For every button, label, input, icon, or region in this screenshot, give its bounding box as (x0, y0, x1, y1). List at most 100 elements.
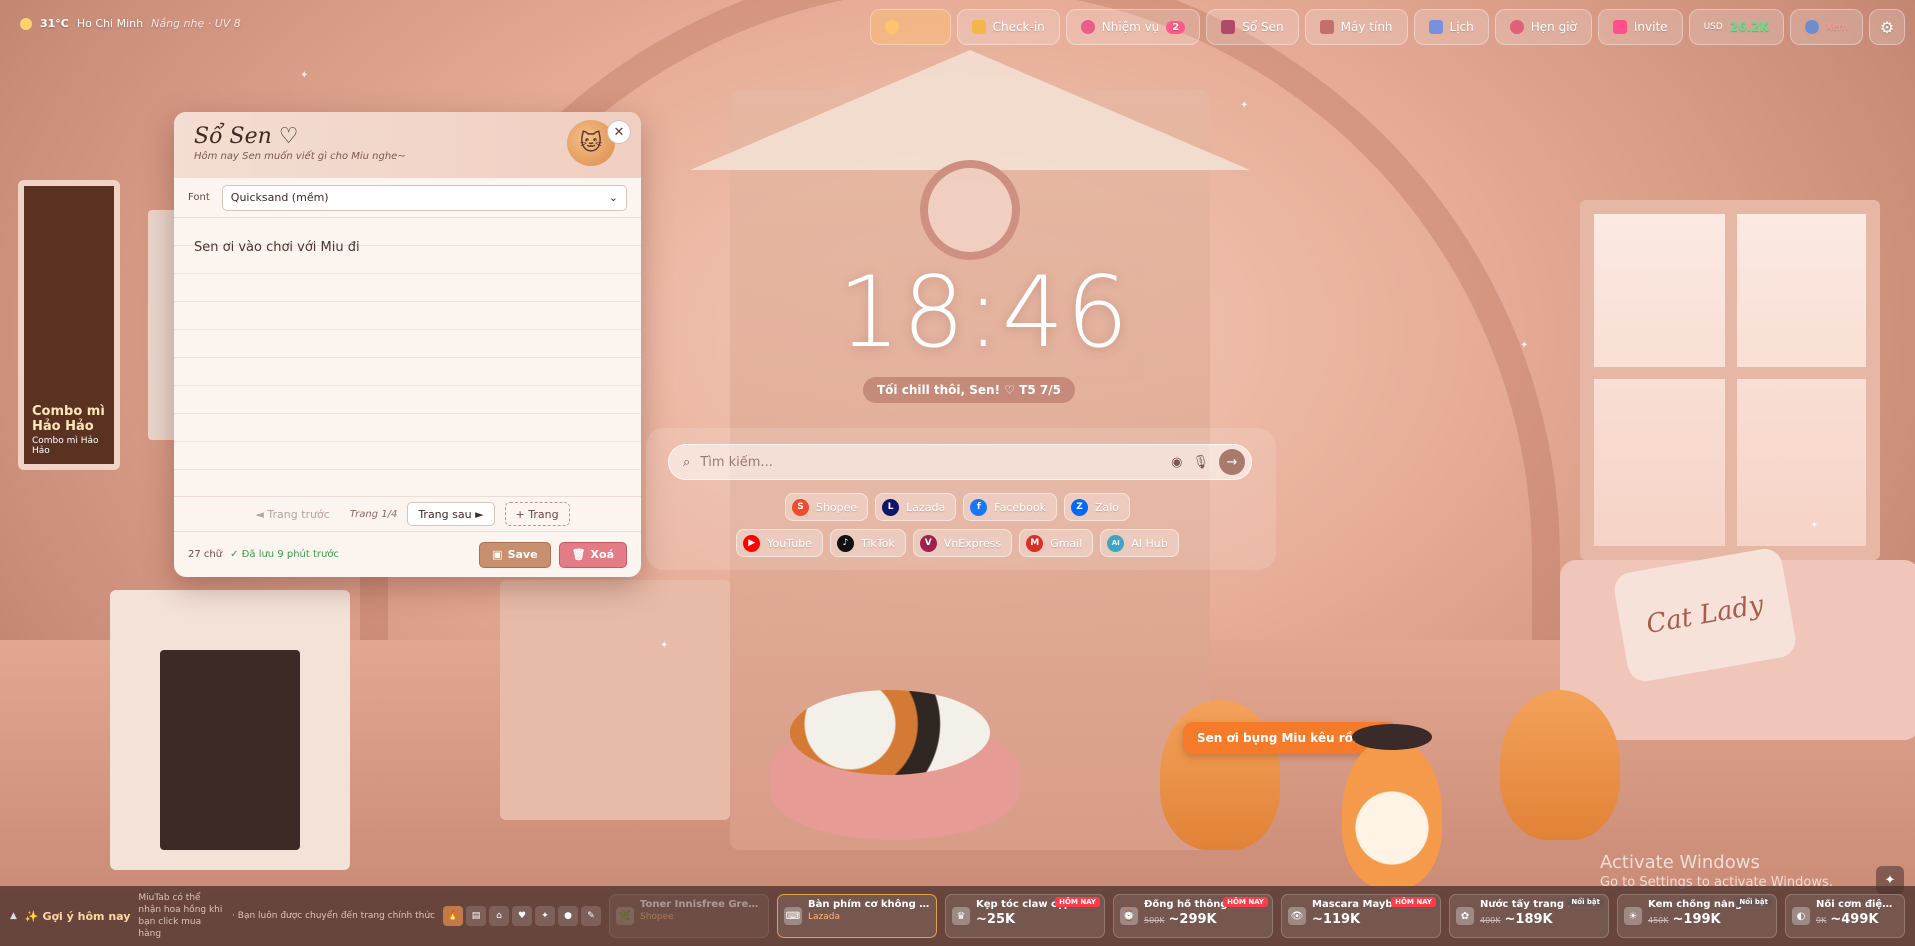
deal-tag: Nổi bật (1567, 897, 1604, 907)
close-icon: ✕ (613, 124, 625, 140)
product-thumb-icon: 🌿 (616, 907, 634, 925)
sleeping-cat (790, 690, 990, 775)
deal-tag: HÔM NAY (1055, 897, 1100, 907)
redirect-note: · Bạn luôn được chuyển đến trang chính t… (232, 911, 435, 921)
weather-desc: Nắng nhẹ · UV 8 (151, 17, 241, 30)
arrow-right-icon: → (1226, 454, 1238, 470)
suggestions-bar: ▲ ✨ Gợi ý hôm nay MiuTab có thể nhận hoa… (0, 886, 1915, 946)
quicklink-facebook[interactable]: f Facebook (963, 493, 1057, 521)
mascot-cat[interactable] (1342, 724, 1442, 888)
activate-windows-watermark: Activate Windows Go to Settings to activ… (1600, 852, 1833, 890)
quicklink-tiktok[interactable]: ♪ TikTok (829, 529, 906, 557)
deal-card[interactable]: 🌿 Toner Innisfree Gree... Shopee (609, 894, 769, 938)
timer-icon (1509, 20, 1524, 34)
shopee-poster: Combo mì Hảo Hảo Combo mì Hảo Hảo (18, 180, 120, 470)
deal-price: 500K ~299K (1144, 912, 1217, 927)
deal-card[interactable]: HÔM NAY ♛ Kẹp tóc claw cặp nàn ~25K (945, 894, 1105, 938)
collapse-toggle-icon[interactable]: ▲ (10, 911, 17, 921)
gear-icon: ⚙ (1879, 17, 1895, 37)
vnexpress-icon: V (919, 534, 937, 552)
close-button[interactable]: ✕ (607, 120, 631, 144)
deal-price: 450K ~199K (1648, 912, 1721, 927)
quicklink-lazada[interactable]: L Lazada (875, 493, 957, 521)
basket-icon[interactable]: ⌂ (489, 906, 509, 926)
affiliate-note: MiuTab có thể nhận hoa hồng khi bạn clic… (138, 893, 223, 939)
invite-button[interactable]: Invite (1597, 9, 1683, 45)
sun-icon (20, 17, 32, 30)
product-thumb-icon: ⌚ (1120, 907, 1138, 925)
calendar-button[interactable]: Lịch (1413, 9, 1489, 45)
mascot-button[interactable] (869, 9, 951, 45)
product-thumb-icon: ✿ (1456, 907, 1474, 925)
clock: 18:46 (838, 256, 1131, 370)
quicklink-zalo[interactable]: Z Zalo (1063, 493, 1131, 521)
fire-icon[interactable]: 🔥 (443, 906, 463, 926)
laptop-icon[interactable]: ▤ (466, 906, 486, 926)
gift-icon (971, 20, 986, 34)
checkin-button[interactable]: Check-in (956, 9, 1060, 45)
weather-widget[interactable]: 31°C Ho Chi Minh Nắng nhẹ · UV 8 (20, 17, 241, 30)
deal-card[interactable]: ◐ Nồi cơm điện 1 9K ~499K (1785, 894, 1905, 938)
missions-button[interactable]: Nhiệm vụ 2 (1065, 9, 1201, 45)
notebook-subtitle: Hôm nay Sen muốn viết gì cho Miu nghe~ (194, 151, 406, 162)
tiktok-icon: ♪ (836, 534, 854, 552)
chevron-down-icon: ⌄ (608, 191, 618, 204)
top-nav: Check-in Nhiệm vụ 2 Sổ Sen Máy tính Lịch… (869, 9, 1905, 45)
calculator-icon (1319, 20, 1334, 34)
camera-icon[interactable]: ◉ (1171, 455, 1182, 470)
deal-tag: HÔM NAY (1223, 897, 1268, 907)
missions-badge: 2 (1166, 20, 1186, 34)
deal-card[interactable]: Nổi bật ☀ Kem chống nắng Ane... 450K ~199… (1617, 894, 1777, 938)
quicklink-vnexpress[interactable]: V VnExpress (912, 529, 1013, 557)
youtube-icon: ▶ (743, 534, 761, 552)
shopee-icon: S (791, 498, 809, 516)
mic-icon[interactable]: 🎙 (1192, 455, 1209, 470)
font-row: Font Quicksand (mềm) ⌄ (174, 178, 641, 218)
beauty-icon[interactable]: ♥ (512, 906, 532, 926)
deal-tag: Nổi bật (1735, 897, 1772, 907)
deal-price: ~119K (1312, 912, 1361, 927)
product-thumb-icon: ◐ (1792, 907, 1810, 925)
target-icon (1080, 20, 1095, 34)
notebook-header: Sổ Sen ♡ Hôm nay Sen muốn viết gì cho Mi… (174, 112, 641, 178)
search-submit-button[interactable]: → (1219, 449, 1245, 475)
search-bar: ⌕ ◉ 🎙 → (668, 444, 1252, 480)
deal-card[interactable]: HÔM NAY 👁 Mascara Maybelline ... ~119K (1281, 894, 1441, 938)
gmail-icon: M (1026, 534, 1044, 552)
weather-city: Ho Chi Minh (76, 17, 144, 30)
product-thumb-icon: 👁 (1288, 907, 1306, 925)
quicklink-ai-hub[interactable]: AI AI Hub (1100, 529, 1179, 557)
heart-icon (1612, 20, 1627, 34)
product-thumb-icon: ☀ (1624, 907, 1642, 925)
quicklinks-row-2: ▶ YouTube ♪ TikTok V VnExpress M Gmail A… (0, 529, 1915, 557)
deal-tag: HÔM NAY (1391, 897, 1436, 907)
book-icon (1221, 20, 1236, 34)
settings-button[interactable]: ⚙ (1869, 9, 1905, 45)
user-button[interactable]: Xem (1789, 9, 1863, 45)
user-icon (1804, 20, 1819, 34)
calculator-button[interactable]: Máy tính (1304, 9, 1408, 45)
mascot-icon (884, 20, 899, 34)
font-select[interactable]: Quicksand (mềm) ⌄ (221, 184, 627, 211)
quicklink-gmail[interactable]: M Gmail (1019, 529, 1094, 557)
quicklink-shopee[interactable]: S Shopee (784, 493, 869, 521)
deal-card[interactable]: ⌨ Bàn phím cơ không d... Lazada (777, 894, 937, 938)
bulb-icon[interactable]: ● (558, 906, 578, 926)
category-filters: 🔥 ▤ ⌂ ♥ ✦ ● ✎ (443, 906, 601, 926)
notebook-textarea[interactable]: Sen ơi vào chơi với Miu đi (174, 218, 641, 496)
lazada-icon: L (882, 498, 900, 516)
top-bar: 31°C Ho Chi Minh Nắng nhẹ · UV 8 Check-i… (0, 0, 1915, 52)
bookshelf-decor (500, 580, 730, 820)
search-input[interactable] (700, 454, 1162, 470)
tool-filter-icon[interactable]: ✎ (581, 906, 601, 926)
deal-card[interactable]: Nổi bật ✿ Nước tẩy trang Biode... 400K ~1… (1449, 894, 1609, 938)
deal-card[interactable]: HÔM NAY ⌚ Đồng hồ thông minh 500K ~299K (1113, 894, 1273, 938)
usd-rate[interactable]: USD 26.2K (1688, 9, 1784, 45)
timer-button[interactable]: Hẹn giờ (1494, 9, 1592, 45)
quicklinks-row-1: S Shopee L Lazada f Facebook Z Zalo (0, 493, 1915, 521)
quicklink-youtube[interactable]: ▶ YouTube (736, 529, 823, 557)
sparkle-icon[interactable]: ✦ (535, 906, 555, 926)
greeting-badge: Tối chill thôi, Sen! ♡ T5 7/5 (863, 377, 1075, 403)
notebook-button[interactable]: Sổ Sen (1206, 9, 1299, 45)
deal-price: 9K ~499K (1816, 912, 1879, 927)
